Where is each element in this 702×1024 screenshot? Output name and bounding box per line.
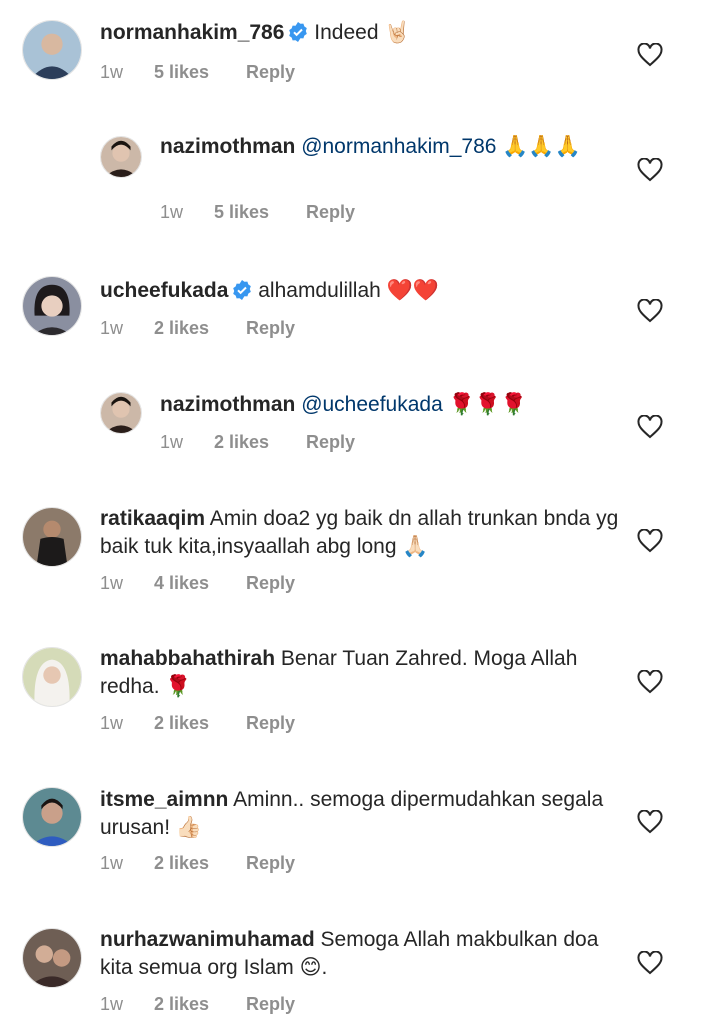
avatar[interactable] [22, 20, 82, 80]
reply-button[interactable]: Reply [246, 61, 295, 83]
comment-text: 🌹🌹🌹 [442, 393, 528, 416]
timestamp[interactable]: 1w [100, 61, 154, 83]
timestamp[interactable]: 1w [100, 712, 154, 734]
like-heart-icon[interactable] [637, 43, 663, 67]
comment-body: ucheefukada alhamdulillah ❤️❤️ [100, 277, 622, 305]
verified-badge-icon [288, 22, 308, 42]
like-heart-icon[interactable] [637, 529, 663, 553]
like-heart-icon[interactable] [637, 810, 663, 834]
username[interactable]: normanhakim_786 [100, 21, 284, 44]
comment-text: 🙏🙏🙏 [496, 135, 581, 158]
timestamp[interactable]: 1w [160, 431, 214, 453]
likes-count[interactable]: 2 likes [154, 993, 246, 1015]
comment-meta: 1w 2 likes Reply [100, 852, 295, 874]
username[interactable]: itsme_aimnn [100, 788, 228, 811]
mention-link[interactable]: @ucheefukada [301, 393, 443, 416]
avatar[interactable] [22, 928, 82, 988]
username[interactable]: nazimothman [160, 135, 295, 158]
reply-button[interactable]: Reply [246, 993, 295, 1015]
comment-body: ratikaaqim Amin doa2 yg baik dn allah tr… [100, 505, 622, 561]
avatar[interactable] [22, 276, 82, 336]
avatar[interactable] [22, 647, 82, 707]
likes-count[interactable]: 4 likes [154, 572, 246, 594]
reply-button[interactable]: Reply [246, 712, 295, 734]
avatar[interactable] [22, 787, 82, 847]
username[interactable]: ucheefukada [100, 279, 228, 302]
comment-meta: 1w 2 likes Reply [160, 431, 355, 453]
timestamp[interactable]: 1w [100, 317, 154, 339]
comment-body: nazimothman @ucheefukada 🌹🌹🌹 [160, 391, 622, 419]
like-heart-icon[interactable] [637, 951, 663, 975]
avatar[interactable] [100, 392, 142, 434]
comment-meta: 1w 5 likes Reply [160, 201, 355, 223]
timestamp[interactable]: 1w [100, 993, 154, 1015]
comment-body: normanhakim_786 Indeed 🤘🏻 [100, 19, 622, 47]
likes-count[interactable]: 5 likes [214, 201, 306, 223]
comment-body: itsme_aimnn Aminn.. semoga dipermudahkan… [100, 786, 622, 842]
timestamp[interactable]: 1w [100, 852, 154, 874]
comment-meta: 1w 2 likes Reply [100, 993, 295, 1015]
comment-body: nazimothman @normanhakim_786 🙏🙏🙏 [160, 133, 622, 161]
username[interactable]: nazimothman [160, 393, 295, 416]
likes-count[interactable]: 2 likes [154, 317, 246, 339]
comment-body: mahabbahathirah Benar Tuan Zahred. Moga … [100, 645, 622, 701]
reply-button[interactable]: Reply [306, 201, 355, 223]
like-heart-icon[interactable] [637, 299, 663, 323]
comment-meta: 1w 4 likes Reply [100, 572, 295, 594]
likes-count[interactable]: 2 likes [214, 431, 306, 453]
username[interactable]: ratikaaqim [100, 507, 205, 530]
comment-meta: 1w 2 likes Reply [100, 317, 295, 339]
comment-text: Indeed 🤘🏻 [314, 21, 411, 44]
timestamp[interactable]: 1w [160, 201, 214, 223]
username[interactable]: mahabbahathirah [100, 647, 275, 670]
timestamp[interactable]: 1w [100, 572, 154, 594]
avatar[interactable] [22, 507, 82, 567]
comment-body: nurhazwanimuhamad Semoga Allah makbulkan… [100, 926, 622, 982]
mention-link[interactable]: @normanhakim_786 [301, 135, 496, 158]
likes-count[interactable]: 2 likes [154, 712, 246, 734]
like-heart-icon[interactable] [637, 670, 663, 694]
reply-button[interactable]: Reply [246, 572, 295, 594]
reply-button[interactable]: Reply [246, 852, 295, 874]
avatar[interactable] [100, 136, 142, 178]
likes-count[interactable]: 2 likes [154, 852, 246, 874]
reply-button[interactable]: Reply [306, 431, 355, 453]
comment-text: alhamdulillah ❤️❤️ [258, 279, 439, 302]
likes-count[interactable]: 5 likes [154, 61, 246, 83]
verified-badge-icon [232, 280, 252, 300]
reply-button[interactable]: Reply [246, 317, 295, 339]
comment-meta: 1w 2 likes Reply [100, 712, 295, 734]
comment-meta: 1w 5 likes Reply [100, 61, 295, 83]
like-heart-icon[interactable] [637, 158, 663, 182]
like-heart-icon[interactable] [637, 415, 663, 439]
username[interactable]: nurhazwanimuhamad [100, 928, 315, 951]
